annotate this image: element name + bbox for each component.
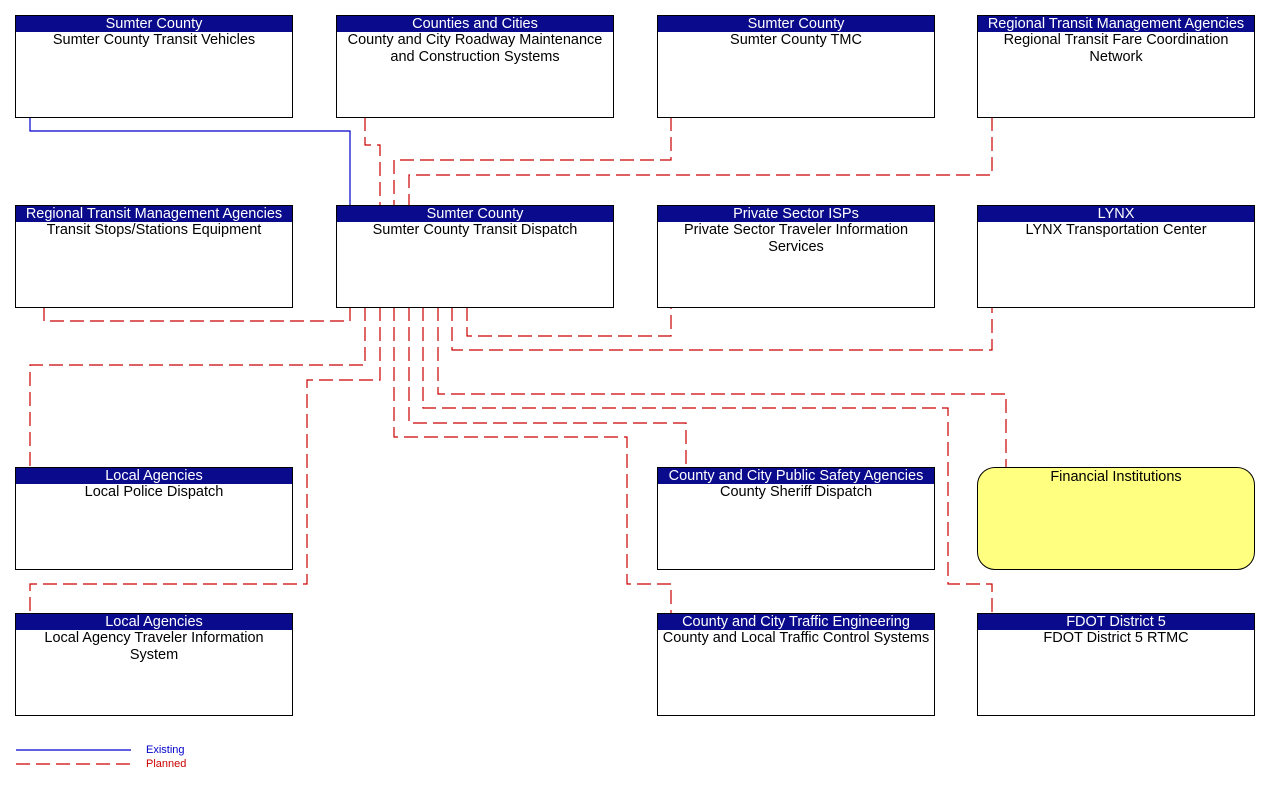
legend-planned-label: Planned xyxy=(146,758,187,770)
node-local-police[interactable]: Local Agencies Local Police Dispatch xyxy=(15,467,293,570)
flow-financial xyxy=(437,307,1007,467)
node-name: Private Sector Traveler Information Serv… xyxy=(683,222,909,255)
flow-traffic-control xyxy=(393,307,672,613)
node-org: LYNX xyxy=(978,206,1254,222)
node-name: County and Local Traffic Control Systems xyxy=(662,630,930,646)
node-name: Financial Institutions xyxy=(1050,469,1182,485)
node-name: Sumter County TMC xyxy=(730,32,862,48)
node-org: Regional Transit Management Agencies xyxy=(978,16,1254,32)
node-org: Counties and Cities xyxy=(337,16,613,32)
node-name: Transit Stops/Stations Equipment xyxy=(46,222,262,238)
node-name: Sumter County Transit Vehicles xyxy=(52,32,256,48)
flow-transit-vehicles xyxy=(29,117,351,205)
node-transit-dispatch[interactable]: Sumter County Sumter County Transit Dispa… xyxy=(336,205,614,308)
node-org: Sumter County xyxy=(16,16,292,32)
node-private-isp[interactable]: Private Sector ISPs Private Sector Travel… xyxy=(657,205,935,308)
node-fare-coordination[interactable]: Regional Transit Management Agencies Regi… xyxy=(977,15,1255,118)
node-org: Sumter County xyxy=(658,16,934,32)
node-sheriff[interactable]: County and City Public Safety Agencies Co… xyxy=(657,467,935,570)
legend-existing-label: Existing xyxy=(146,744,185,756)
node-fdot-rtmc[interactable]: FDOT District 5 FDOT District 5 RTMC xyxy=(977,613,1255,716)
node-org: County and City Public Safety Agencies xyxy=(658,468,934,484)
flow-fare-coordination xyxy=(408,117,993,205)
node-name: FDOT District 5 RTMC xyxy=(1043,630,1189,646)
node-lynx[interactable]: LYNX LYNX Transportation Center xyxy=(977,205,1255,308)
node-org: FDOT District 5 xyxy=(978,614,1254,630)
node-org: County and City Traffic Engineering xyxy=(658,614,934,630)
node-name: Local Police Dispatch xyxy=(84,484,224,500)
node-org: Local Agencies xyxy=(16,468,292,484)
node-org: Regional Transit Management Agencies xyxy=(16,206,292,222)
node-org: Private Sector ISPs xyxy=(658,206,934,222)
node-org: Sumter County xyxy=(337,206,613,222)
node-name: Regional Transit Fare Coordination Netwo… xyxy=(1003,32,1229,65)
flow-isp xyxy=(466,307,672,337)
node-name: Local Agency Traveler Information System xyxy=(44,630,264,663)
node-org: Local Agencies xyxy=(16,614,292,630)
node-local-traveler-info[interactable]: Local Agencies Local Agency Traveler Info… xyxy=(15,613,293,716)
node-name: LYNX Transportation Center xyxy=(1025,222,1207,238)
flow-transit-stops xyxy=(43,307,351,322)
node-name: County and City Roadway Maintenance and … xyxy=(347,32,603,65)
flow-tmc xyxy=(393,117,672,205)
flow-sheriff xyxy=(408,307,687,467)
flow-roadway-maintenance xyxy=(364,117,381,205)
node-traffic-control[interactable]: County and City Traffic Engineering Count… xyxy=(657,613,935,716)
flow-lynx xyxy=(451,307,993,351)
node-sumter-transit-vehicles[interactable]: Sumter County Sumter County Transit Vehic… xyxy=(15,15,293,118)
node-name: Sumter County Transit Dispatch xyxy=(372,222,578,238)
node-name: County Sheriff Dispatch xyxy=(719,484,873,500)
node-financial-institutions[interactable]: Financial Institutions xyxy=(977,467,1255,570)
node-roadway-maintenance[interactable]: Counties and Cities County and City Roadw… xyxy=(336,15,614,118)
node-transit-stops[interactable]: Regional Transit Management Agencies Tran… xyxy=(15,205,293,308)
flow-local-police xyxy=(29,307,366,467)
node-sumter-tmc[interactable]: Sumter County Sumter County TMC xyxy=(657,15,935,118)
